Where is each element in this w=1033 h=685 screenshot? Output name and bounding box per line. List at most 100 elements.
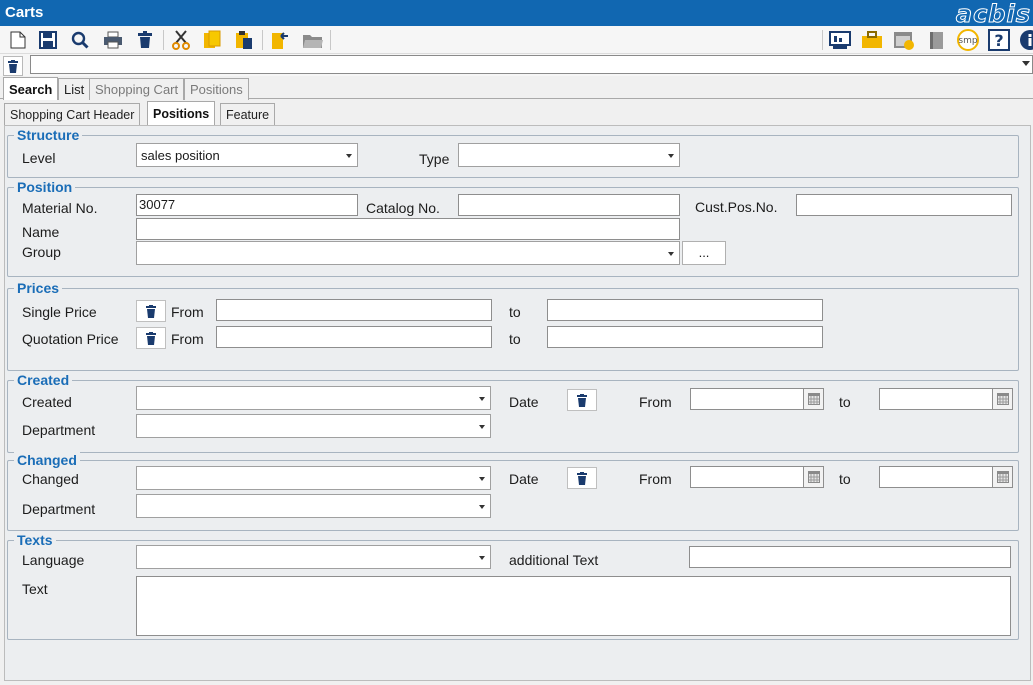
clear-changed-date-button[interactable] (567, 467, 597, 489)
level-select[interactable]: sales position (136, 143, 358, 167)
info-icon[interactable] (1019, 28, 1033, 52)
quotation-price-to-input[interactable] (547, 326, 823, 348)
chevron-down-icon (479, 425, 485, 429)
save-icon[interactable] (36, 28, 60, 52)
quotation-price-to-label: to (509, 331, 521, 347)
changed-select[interactable] (136, 466, 491, 490)
paste-icon[interactable] (232, 28, 256, 52)
tab-list[interactable]: List (58, 78, 91, 100)
created-select[interactable] (136, 386, 491, 410)
created-label: Created (22, 394, 72, 410)
chevron-down-icon (668, 252, 674, 256)
search-panel: Structure Level sales position Type Posi… (4, 125, 1031, 681)
saved-search-combo[interactable] (30, 55, 1033, 74)
help-icon[interactable]: ? (987, 28, 1011, 52)
cut-icon[interactable] (169, 28, 193, 52)
type-label: Type (419, 151, 450, 167)
tab-feature[interactable]: Feature (220, 103, 276, 125)
chevron-down-icon (668, 154, 674, 158)
language-label: Language (22, 552, 85, 568)
changed-date-label: Date (509, 471, 539, 487)
changed-from-date-input[interactable] (690, 466, 804, 488)
clear-single-price-button[interactable] (136, 300, 166, 322)
quotation-price-label: Quotation Price (22, 331, 119, 347)
clear-created-date-button[interactable] (567, 389, 597, 411)
clear-quotation-price-button[interactable] (136, 327, 166, 349)
main-tabs: Search List Shopping Cart Positions (0, 76, 1033, 100)
trash-icon (146, 304, 156, 318)
created-to-label: to (839, 394, 851, 410)
name-label: Name (22, 224, 60, 240)
chevron-down-icon (1022, 61, 1030, 66)
texts-legend: Texts (14, 532, 56, 548)
calendar-icon[interactable] (804, 466, 824, 488)
group-select[interactable] (136, 241, 680, 265)
tab-positions[interactable]: Positions (184, 78, 249, 100)
tab-search[interactable]: Search (3, 77, 59, 100)
chevron-down-icon (479, 505, 485, 509)
calendar-check-icon[interactable] (892, 28, 916, 52)
clear-filter-button[interactable] (3, 56, 23, 76)
catalog-no-label: Catalog No. (366, 200, 440, 216)
main-toolbar: smp ? (0, 26, 1033, 54)
created-from-date-input[interactable] (690, 388, 804, 410)
smp-icon[interactable]: smp (955, 28, 981, 52)
catalog-no-input[interactable] (458, 194, 680, 216)
window-title: Carts (5, 4, 44, 21)
tab-positions-sub[interactable]: Positions (147, 101, 216, 125)
single-price-from-input[interactable] (216, 299, 492, 321)
calendar-icon[interactable] (804, 388, 824, 410)
changed-to-date-input[interactable] (879, 466, 993, 488)
calendar-icon[interactable] (993, 388, 1013, 410)
chevron-down-icon (479, 477, 485, 481)
text-area[interactable] (136, 576, 1011, 636)
created-to-date-input[interactable] (879, 388, 993, 410)
additional-text-input[interactable] (689, 546, 1011, 568)
trash-icon (577, 393, 587, 407)
created-department-label: Department (22, 422, 96, 438)
cust-pos-no-label: Cust.Pos.No. (695, 199, 778, 215)
new-document-icon[interactable] (6, 28, 30, 52)
quotation-price-from-input[interactable] (216, 326, 492, 348)
group-browse-button[interactable]: ... (682, 241, 726, 265)
structure-legend: Structure (14, 127, 83, 143)
svg-text:smp: smp (958, 36, 977, 46)
import-icon[interactable] (268, 28, 292, 52)
type-select[interactable] (458, 143, 680, 167)
chevron-down-icon (346, 154, 352, 158)
changed-department-label: Department (22, 501, 96, 517)
language-select[interactable] (136, 545, 491, 569)
briefcase-icon[interactable] (860, 28, 884, 52)
svg-text:?: ? (994, 31, 1003, 50)
text-label: Text (22, 581, 48, 597)
created-legend: Created (14, 372, 73, 388)
sub-tabs: Shopping Cart Header Positions Feature (0, 100, 1033, 125)
open-folder-icon[interactable] (301, 28, 325, 52)
changed-legend: Changed (14, 452, 80, 468)
created-date-label: Date (509, 394, 539, 410)
print-icon[interactable] (101, 28, 125, 52)
acbis-logo: acbis (955, 0, 1031, 29)
created-department-select[interactable] (136, 414, 491, 438)
name-input[interactable] (136, 218, 680, 240)
trash-icon (577, 471, 587, 485)
single-price-from-label: From (171, 304, 204, 320)
copy-icon[interactable] (200, 28, 224, 52)
tab-shopping-cart[interactable]: Shopping Cart (89, 78, 185, 100)
changed-from-label: From (639, 471, 672, 487)
book-icon[interactable] (924, 28, 948, 52)
search-icon[interactable] (68, 28, 92, 52)
single-price-to-label: to (509, 304, 521, 320)
group-label: Group (22, 244, 61, 260)
delete-icon[interactable] (133, 28, 157, 52)
cust-pos-no-input[interactable] (796, 194, 1012, 216)
tab-shopping-cart-header[interactable]: Shopping Cart Header (4, 103, 141, 125)
level-label: Level (22, 150, 56, 166)
calendar-icon[interactable] (993, 466, 1013, 488)
chevron-down-icon (479, 397, 485, 401)
material-no-input[interactable]: 30077 (136, 194, 358, 216)
changed-department-select[interactable] (136, 494, 491, 518)
monitor-icon[interactable] (828, 28, 852, 52)
single-price-to-input[interactable] (547, 299, 823, 321)
trash-icon (8, 59, 18, 73)
